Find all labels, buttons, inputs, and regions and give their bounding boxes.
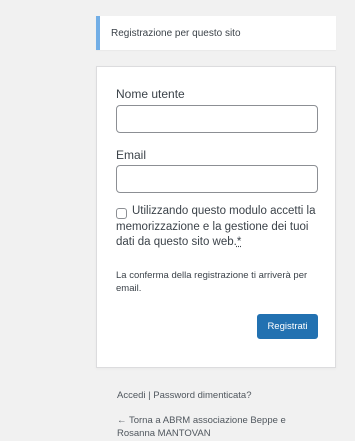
registration-form: Nome utente Email Utilizzando questo mod… [96, 66, 336, 368]
login-link[interactable]: Accedi [117, 390, 146, 401]
back-to-site-label: Torna a ABRM associazione Beppe e Rosann… [117, 415, 286, 439]
username-label: Nome utente [116, 87, 185, 101]
registration-confirmation-text: La conferma della registrazione ti arriv… [116, 270, 308, 294]
email-input[interactable] [116, 165, 318, 193]
back-to-site: ← Torna a ABRM associazione Beppe e Rosa… [117, 414, 317, 440]
back-to-site-link[interactable]: ← Torna a ABRM associazione Beppe e Rosa… [117, 415, 286, 439]
login-nav: Accedi | Password dimenticata? [117, 390, 251, 401]
email-label: Email [116, 148, 147, 162]
required-mark: * [236, 236, 242, 248]
notice-message: Registrazione per questo sito [111, 27, 241, 39]
consent-label: Utilizzando questo modulo accetti la mem… [116, 205, 316, 248]
register-button[interactable]: Registrati [257, 314, 318, 339]
username-input[interactable] [116, 105, 318, 133]
lost-password-link[interactable]: Password dimenticata? [153, 390, 251, 401]
back-arrow-icon: ← [117, 415, 129, 426]
registration-notice: Registrazione per questo sito [96, 16, 336, 50]
consent-text: Utilizzando questo modulo accetti la mem… [116, 204, 320, 251]
